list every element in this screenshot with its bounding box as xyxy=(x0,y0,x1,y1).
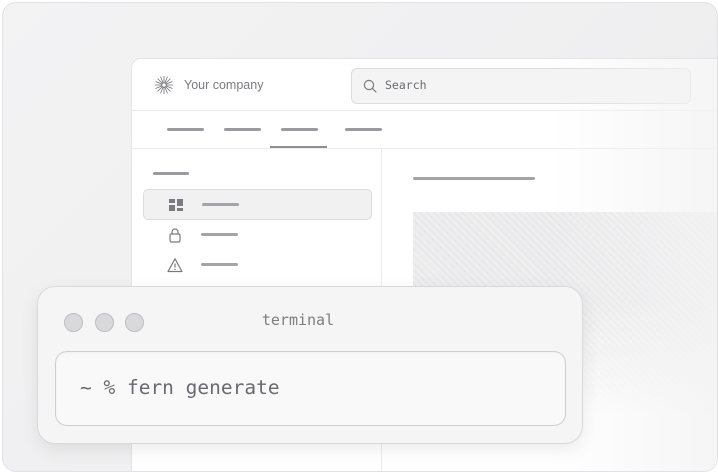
sidebar-item-label xyxy=(201,263,238,266)
terminal-window: terminal ~ % fern generate xyxy=(37,286,583,444)
search-icon xyxy=(363,79,377,93)
sidebar-item-security[interactable] xyxy=(143,220,370,249)
sidebar-item-label xyxy=(202,203,239,206)
nav-tabs xyxy=(132,111,717,149)
search-input[interactable]: Search xyxy=(351,68,691,104)
dashboard-icon xyxy=(169,199,183,211)
terminal-command: ~ % fern generate xyxy=(80,376,280,399)
illustration-frame: Your company Search terminal ~ % fern ge… xyxy=(2,2,718,472)
sidebar-heading xyxy=(153,172,189,175)
app-header: Your company Search xyxy=(132,59,717,111)
company-name: Your company xyxy=(184,78,264,92)
tab-1[interactable] xyxy=(167,128,204,131)
active-tab-indicator xyxy=(270,146,327,148)
terminal-title: terminal xyxy=(261,311,335,329)
search-placeholder: Search xyxy=(385,78,427,92)
warning-icon xyxy=(167,258,183,273)
tab-3[interactable] xyxy=(281,128,318,131)
tab-4[interactable] xyxy=(345,128,382,131)
lock-icon xyxy=(169,228,181,243)
sidebar-item-alerts[interactable] xyxy=(143,250,370,279)
sidebar-item-dashboard[interactable] xyxy=(143,189,372,220)
sidebar-item-label xyxy=(201,233,238,236)
content-heading xyxy=(413,177,535,180)
terminal-body[interactable]: ~ % fern generate xyxy=(55,351,566,426)
sunburst-logo-icon xyxy=(155,76,173,94)
tab-2[interactable] xyxy=(224,128,261,131)
